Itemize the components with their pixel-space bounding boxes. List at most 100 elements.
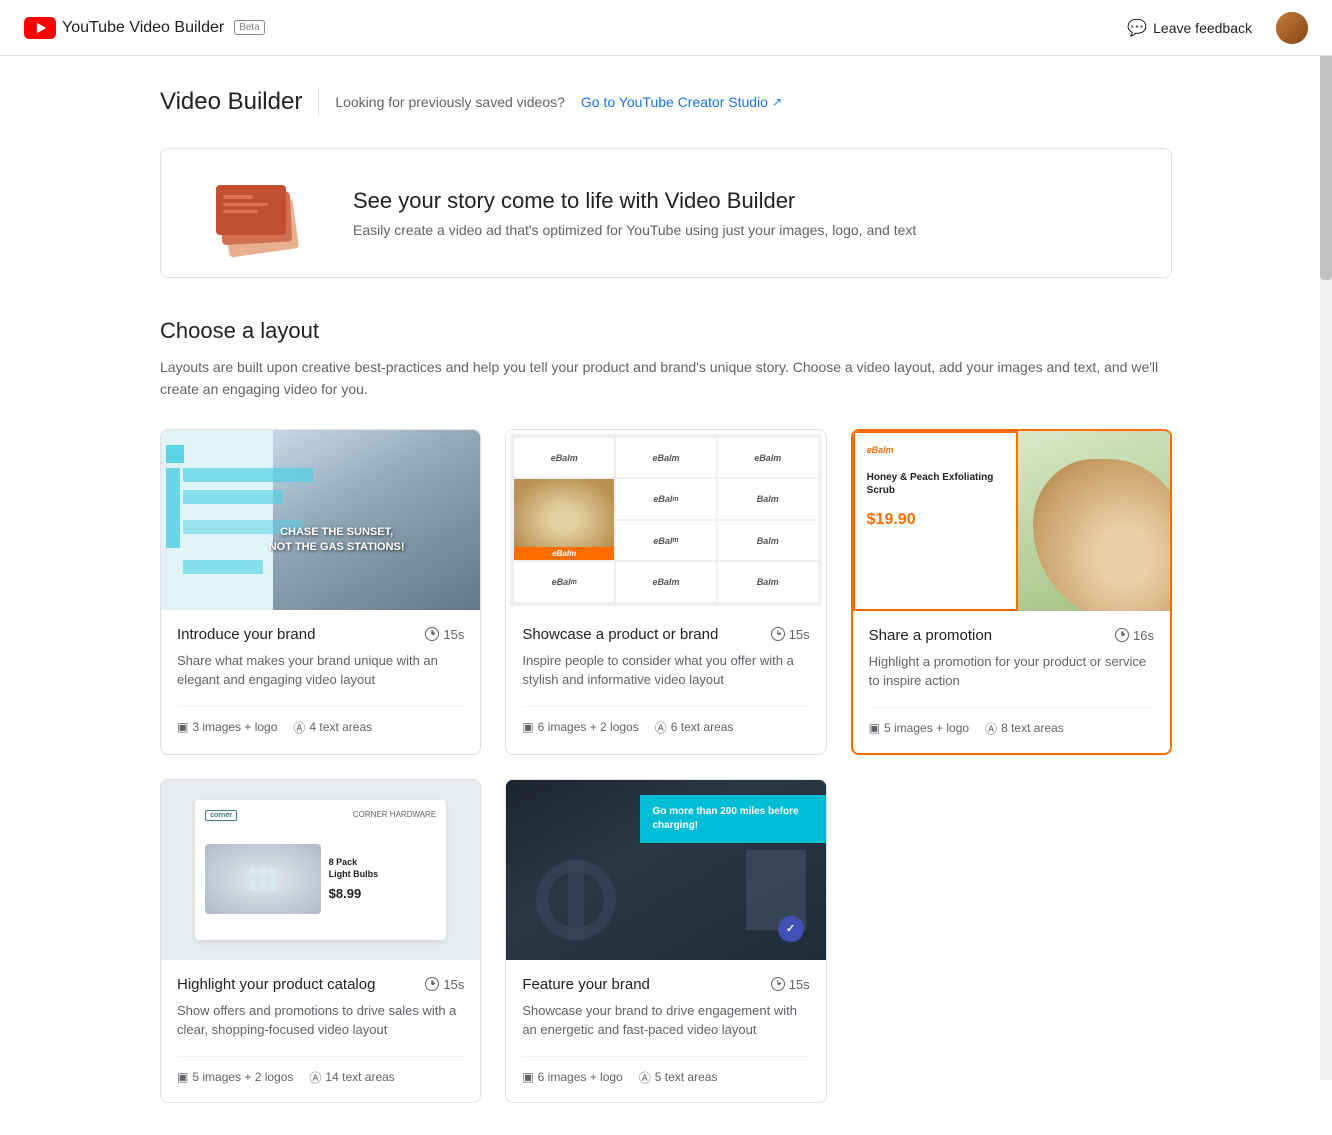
catalog-product-details: 8 PackLight Bulbs $8.99: [329, 857, 437, 901]
promo-brand: eBalm: [867, 445, 1004, 455]
header-right: 💬 Leave feedback: [1119, 12, 1308, 44]
avatar-image: [1276, 12, 1308, 44]
layout-card-promotion[interactable]: eBalm Honey & Peach Exfoliating Scrub $1…: [851, 429, 1172, 755]
layout-card-feature[interactable]: Go more than 200 miles before charging! …: [505, 779, 826, 1103]
layout-duration-introduce: 15s: [425, 627, 464, 642]
layout-text-catalog: Ⓐ 14 text areas: [309, 1069, 394, 1086]
layout-name-row-feature: Feature your brand 15s: [522, 976, 809, 993]
layout-text-promotion: Ⓐ 8 text areas: [985, 720, 1064, 737]
catalog-brand-badge: corner: [205, 810, 237, 821]
layout-info-feature: Feature your brand 15s Showcase your bra…: [506, 960, 825, 1102]
promo-right: [1018, 431, 1170, 611]
layout-images-catalog: ▣ 5 images + 2 logos: [177, 1069, 293, 1086]
clock-icon-showcase: [771, 627, 785, 641]
hero-banner: See your story come to life with Video B…: [160, 148, 1172, 278]
sc-cell-1: eBalm: [514, 438, 614, 478]
clock-icon-feature: [771, 977, 785, 991]
layout-name-promotion: Share a promotion: [869, 627, 992, 644]
text-icon-showcase: Ⓐ: [655, 719, 667, 736]
page-title: Video Builder: [160, 88, 302, 116]
sc-cell-12: Balm: [718, 562, 818, 602]
catalog-product-area: 8 PackLight Bulbs $8.99: [205, 829, 436, 930]
layout-duration-feature: 15s: [771, 977, 810, 992]
promo-left: eBalm Honey & Peach Exfoliating Scrub $1…: [853, 431, 1018, 611]
layout-description-promotion: Highlight a promotion for your product o…: [869, 652, 1154, 691]
clock-icon-catalog: [425, 977, 439, 991]
sc-cell-2: eBalm: [616, 438, 716, 478]
layout-name-row-promotion: Share a promotion 16s: [869, 627, 1154, 644]
promo-price: $19.90: [867, 511, 1004, 529]
layout-name-showcase: Showcase a product or brand: [522, 626, 718, 643]
app-header: YouTube Video Builder Beta 💬 Leave feedb…: [0, 0, 1332, 56]
clock-icon-promotion: [1115, 628, 1129, 642]
layout-name-row-introduce: Introduce your brand 15s: [177, 626, 464, 643]
hero-heading: See your story come to life with Video B…: [353, 188, 916, 214]
leave-feedback-label: Leave feedback: [1153, 20, 1252, 36]
layout-thumbnail-feature: Go more than 200 miles before charging! …: [506, 780, 825, 960]
section-title: Choose a layout: [160, 318, 1172, 344]
studio-link-text: Go to YouTube Creator Studio: [581, 94, 768, 110]
image-icon-showcase: ▣: [522, 720, 533, 734]
layout-meta-showcase: ▣ 6 images + 2 logos Ⓐ 6 text areas: [522, 706, 809, 736]
sc-cell-6: Balm: [718, 479, 818, 519]
layout-description-feature: Showcase your brand to drive engagement …: [522, 1001, 809, 1040]
catalog-header: corner CORNER HARDWARE: [205, 810, 436, 821]
layout-name-feature: Feature your brand: [522, 976, 650, 993]
app-name: YouTube Video Builder: [62, 19, 224, 37]
studio-link[interactable]: Go to YouTube Creator Studio ↗: [581, 94, 782, 110]
beta-badge: Beta: [234, 20, 265, 35]
feature-text-block: Go more than 200 miles before charging!: [640, 795, 825, 843]
catalog-store-name: CORNER HARDWARE: [353, 810, 436, 820]
layout-duration-catalog: 15s: [425, 977, 464, 992]
image-icon-feature: ▣: [522, 1070, 533, 1084]
layout-thumbnail-catalog: corner CORNER HARDWARE: [161, 780, 480, 960]
layout-images-introduce: ▣ 3 images + logo: [177, 719, 277, 736]
layout-info-promotion: Share a promotion 16s Highlight a promot…: [853, 611, 1170, 753]
layout-thumbnail-promotion: eBalm Honey & Peach Exfoliating Scrub $1…: [853, 431, 1170, 611]
user-avatar[interactable]: [1276, 12, 1308, 44]
youtube-icon: [24, 17, 56, 39]
feature-logo-badge: ✓: [778, 916, 804, 942]
external-link-icon: ↗: [772, 95, 782, 109]
hero-description: Easily create a video ad that's optimize…: [353, 222, 916, 238]
layout-images-showcase: ▣ 6 images + 2 logos: [522, 719, 638, 736]
text-icon-feature: Ⓐ: [639, 1069, 651, 1086]
catalog-price: $8.99: [329, 886, 437, 901]
catalog-product-photo: [205, 844, 321, 914]
layouts-grid: CHASE THE SUNSET,NOT THE GAS STATIONS! I…: [160, 429, 1172, 1103]
layout-card-showcase[interactable]: eBalm eBalm eBalm eBalm eBalm Balm eBalm: [505, 429, 826, 755]
layout-text-introduce: Ⓐ 4 text areas: [293, 719, 372, 736]
layout-card-introduce[interactable]: CHASE THE SUNSET,NOT THE GAS STATIONS! I…: [160, 429, 481, 755]
layout-info-introduce: Introduce your brand 15s Share what make…: [161, 610, 480, 752]
layout-meta-introduce: ▣ 3 images + logo Ⓐ 4 text areas: [177, 706, 464, 736]
layout-images-feature: ▣ 6 images + logo: [522, 1069, 622, 1086]
image-icon-introduce: ▣: [177, 720, 188, 734]
feedback-icon: 💬: [1127, 18, 1147, 38]
scrollbar-track[interactable]: [1320, 0, 1332, 1080]
layout-meta-catalog: ▣ 5 images + 2 logos Ⓐ 14 text areas: [177, 1056, 464, 1086]
layout-name-introduce: Introduce your brand: [177, 626, 315, 643]
layout-meta-promotion: ▣ 5 images + logo Ⓐ 8 text areas: [869, 707, 1154, 737]
showcase-grid: eBalm eBalm eBalm eBalm eBalm Balm eBalm: [510, 434, 821, 606]
youtube-logo[interactable]: YouTube Video Builder Beta: [24, 17, 265, 39]
text-icon-promotion: Ⓐ: [985, 720, 997, 737]
text-icon-catalog: Ⓐ: [309, 1069, 321, 1086]
layout-name-row-catalog: Highlight your product catalog 15s: [177, 976, 464, 993]
hero-illustration: [201, 173, 321, 253]
text-icon-introduce: Ⓐ: [293, 719, 305, 736]
image-icon-promotion: ▣: [869, 721, 880, 735]
hero-svg: [201, 173, 321, 263]
header-divider: [318, 88, 319, 116]
steering-column: [568, 860, 584, 940]
leave-feedback-button[interactable]: 💬 Leave feedback: [1119, 12, 1260, 44]
page-header: Video Builder Looking for previously sav…: [160, 88, 1172, 116]
layout-card-catalog[interactable]: corner CORNER HARDWARE: [160, 779, 481, 1103]
layout-duration-promotion: 16s: [1115, 628, 1154, 643]
layout-description-introduce: Share what makes your brand unique with …: [177, 651, 464, 690]
saved-videos-text: Looking for previously saved videos?: [335, 94, 565, 110]
sc-cell-center: eBalm: [514, 479, 614, 560]
layout-name-row-showcase: Showcase a product or brand 15s: [522, 626, 809, 643]
section-description: Layouts are built upon creative best-pra…: [160, 356, 1172, 401]
image-icon-catalog: ▣: [177, 1070, 188, 1084]
layout-text-feature: Ⓐ 5 text areas: [639, 1069, 718, 1086]
